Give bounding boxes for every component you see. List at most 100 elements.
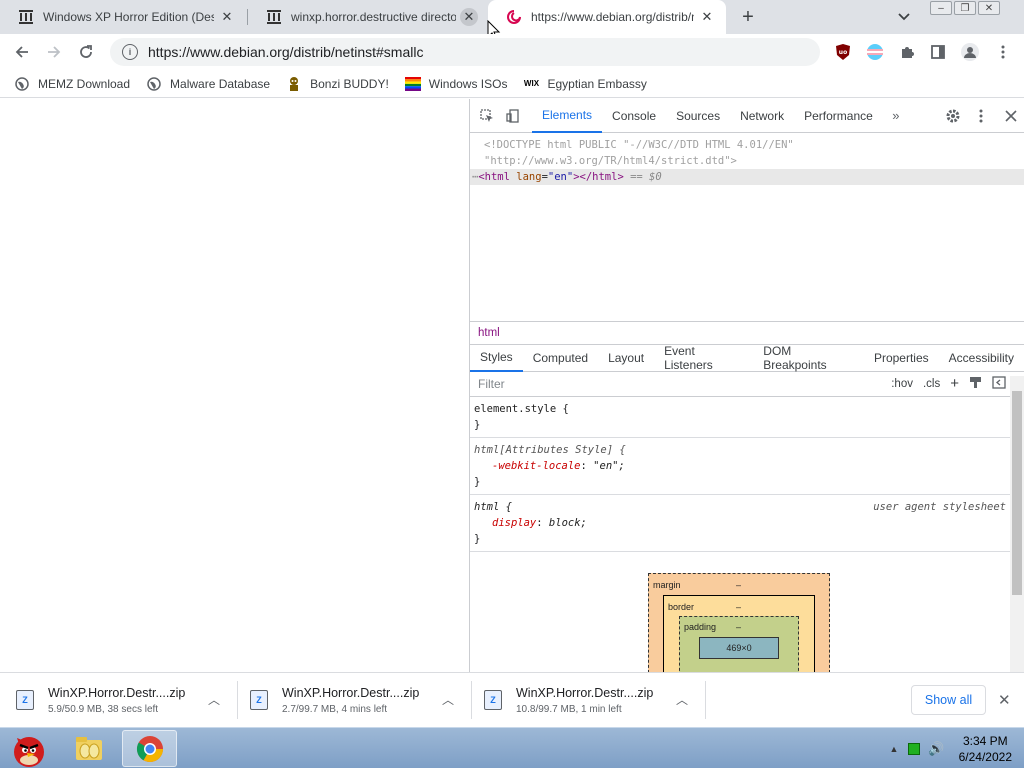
inspect-element-icon[interactable] <box>474 103 500 129</box>
close-icon[interactable]: ✕ <box>698 8 716 26</box>
ublock-icon[interactable]: uo <box>833 42 853 62</box>
trans-flag-extension-icon[interactable] <box>865 42 885 62</box>
close-window-button[interactable]: ✕ <box>978 1 1000 15</box>
chevron-up-icon[interactable]: ︿ <box>442 691 454 708</box>
tab-dom-breakpoints[interactable]: DOM Breakpoints <box>753 344 864 372</box>
tab-event-listeners[interactable]: Event Listeners <box>654 344 753 372</box>
styles-subtab-bar: Styles Computed Layout Event Listeners D… <box>470 344 1024 372</box>
address-bar[interactable]: i https://www.debian.org/distrib/netinst… <box>110 38 820 66</box>
profile-avatar-icon[interactable] <box>960 42 980 62</box>
close-icon[interactable]: ✕ <box>460 8 478 26</box>
bookmark-memz[interactable]: MEMZ Download <box>14 76 130 92</box>
download-item[interactable]: Z WinXP.Horror.Destr....zip 2.7/99.7 MB,… <box>234 673 470 727</box>
close-icon[interactable]: ✕ <box>218 8 236 26</box>
close-icon[interactable]: ✕ <box>998 691 1011 709</box>
tab-computed[interactable]: Computed <box>523 345 598 372</box>
styles-scrollbar-thumb[interactable] <box>1012 391 1022 595</box>
tab-console[interactable]: Console <box>602 99 666 133</box>
page-viewport[interactable] <box>0 99 469 672</box>
chevron-up-icon[interactable]: ︿ <box>208 691 220 708</box>
new-tab-button[interactable]: + <box>736 5 760 29</box>
tab-3-active[interactable]: https://www.debian.org/distrib/netinst#s… <box>488 0 726 34</box>
show-all-button[interactable]: Show all <box>911 685 986 715</box>
angry-bird-start-icon[interactable] <box>0 730 55 767</box>
bookmark-windows-isos[interactable]: Windows ISOs <box>404 76 508 92</box>
bookmark-label: Egyptian Embassy <box>547 76 647 91</box>
box-model-padding: padding – 469×0 <box>679 616 799 676</box>
minimize-button[interactable]: – <box>930 1 952 15</box>
info-icon[interactable]: i <box>122 44 138 60</box>
tab-layout[interactable]: Layout <box>598 345 654 372</box>
chrome-taskbar-icon[interactable] <box>122 730 177 767</box>
maximize-button[interactable]: ❐ <box>954 1 976 15</box>
back-button[interactable] <box>8 38 36 66</box>
bookmark-label: Windows ISOs <box>428 76 508 91</box>
rule-html-user-agent[interactable]: html { user agent stylesheet display: bl… <box>470 495 1024 552</box>
chevron-up-icon[interactable]: ︿ <box>676 691 688 708</box>
gear-icon[interactable] <box>940 103 966 129</box>
hov-toggle[interactable]: :hov <box>891 378 913 390</box>
forward-button[interactable] <box>40 38 68 66</box>
more-tabs-icon[interactable]: » <box>883 103 909 129</box>
volume-icon[interactable]: 🔊 <box>928 741 944 757</box>
box-model-border: border – padding – 469×0 <box>663 595 815 676</box>
add-rule-icon[interactable]: + <box>950 375 959 392</box>
folder-icon[interactable] <box>62 730 117 767</box>
download-item[interactable]: Z WinXP.Horror.Destr....zip 5.9/50.9 MB,… <box>0 673 236 727</box>
puzzle-extensions-icon[interactable] <box>897 42 917 62</box>
tab-2[interactable]: winxp.horror.destructive directory ✕ <box>248 0 488 34</box>
bookmark-malware-database[interactable]: Malware Database <box>146 76 270 92</box>
tab-sources[interactable]: Sources <box>666 99 730 133</box>
download-item[interactable]: Z WinXP.Horror.Destr....zip 10.8/99.7 MB… <box>468 673 704 727</box>
divider <box>705 681 706 719</box>
styles-rules: element.style { } html[Attributes Style]… <box>470 397 1024 552</box>
bookmarks-bar: MEMZ Download Malware Database Bonzi BUD… <box>0 70 1024 98</box>
system-tray: ▲ 🔊 3:34 PM 6/24/2022 <box>890 732 1013 766</box>
paint-brush-icon[interactable] <box>969 376 982 392</box>
taskbar: ▲ 🔊 3:34 PM 6/24/2022 <box>0 727 1024 768</box>
cls-toggle[interactable]: .cls <box>923 378 940 390</box>
bookmark-bonzi-buddy[interactable]: Bonzi BUDDY! <box>286 76 389 92</box>
kebab-menu-icon[interactable] <box>968 103 994 129</box>
sidebar-toggle-icon[interactable] <box>992 375 1006 392</box>
box-model-content: 469×0 <box>699 637 779 659</box>
device-toggle-icon[interactable] <box>500 103 526 129</box>
doctype-line[interactable]: <!DOCTYPE html PUBLIC "-//W3C//DTD HTML … <box>470 137 1024 153</box>
tab-title: winxp.horror.destructive directory <box>291 10 456 24</box>
rule-html-attributes-style[interactable]: html[Attributes Style] { -webkit-locale:… <box>470 438 1024 495</box>
clock-time: 3:34 PM <box>962 734 1008 748</box>
styles-filter-bar: Filter :hov .cls + <box>470 372 1024 397</box>
tab-elements[interactable]: Elements <box>532 99 603 133</box>
tab-performance[interactable]: Performance <box>794 99 883 133</box>
rule-element-style[interactable]: element.style { } <box>470 397 1024 438</box>
archive-icon <box>266 9 282 25</box>
devtools-tab-bar: Elements Console Sources Network Perform… <box>470 99 1024 133</box>
clock-date: 6/24/2022 <box>958 750 1012 764</box>
filter-input[interactable]: Filter <box>478 377 505 391</box>
clock[interactable]: 3:34 PM 6/24/2022 <box>959 733 1012 765</box>
dom-node-html[interactable]: ⋯<html lang="en"></html> == $0 <box>470 169 1024 185</box>
breadcrumb-item-html[interactable]: html <box>478 327 500 339</box>
tab-accessibility[interactable]: Accessibility <box>939 345 1024 372</box>
wix-icon: WIX <box>523 79 540 88</box>
tab-network[interactable]: Network <box>730 99 794 133</box>
tab-title: https://www.debian.org/distrib/netinst#s… <box>531 10 694 24</box>
chevron-up-icon[interactable]: ▲ <box>890 744 899 754</box>
doctype-line-2[interactable]: "http://www.w3.org/TR/html4/strict.dtd"> <box>470 153 1024 169</box>
tab-styles[interactable]: Styles <box>470 345 523 372</box>
reload-button[interactable] <box>72 38 100 66</box>
bookmark-label: MEMZ Download <box>38 76 131 91</box>
toolbar: i https://www.debian.org/distrib/netinst… <box>0 34 1024 70</box>
box-model-diagram: margin – border – padding – 469×0 <box>648 573 830 676</box>
network-status-icon[interactable] <box>908 743 921 755</box>
close-icon[interactable] <box>998 103 1024 129</box>
zip-file-icon: Z <box>16 690 34 710</box>
kebab-menu-icon[interactable] <box>993 42 1013 62</box>
chevron-down-icon[interactable] <box>894 7 914 27</box>
zip-file-icon: Z <box>250 690 268 710</box>
bookmark-egyptian-embassy[interactable]: WIX Egyptian Embassy <box>523 76 647 92</box>
tab-1[interactable]: Windows XP Horror Edition (Destructive ✕ <box>0 0 246 34</box>
svg-text:uo: uo <box>839 49 847 56</box>
tab-properties[interactable]: Properties <box>864 345 939 372</box>
side-panel-icon[interactable] <box>928 42 948 62</box>
